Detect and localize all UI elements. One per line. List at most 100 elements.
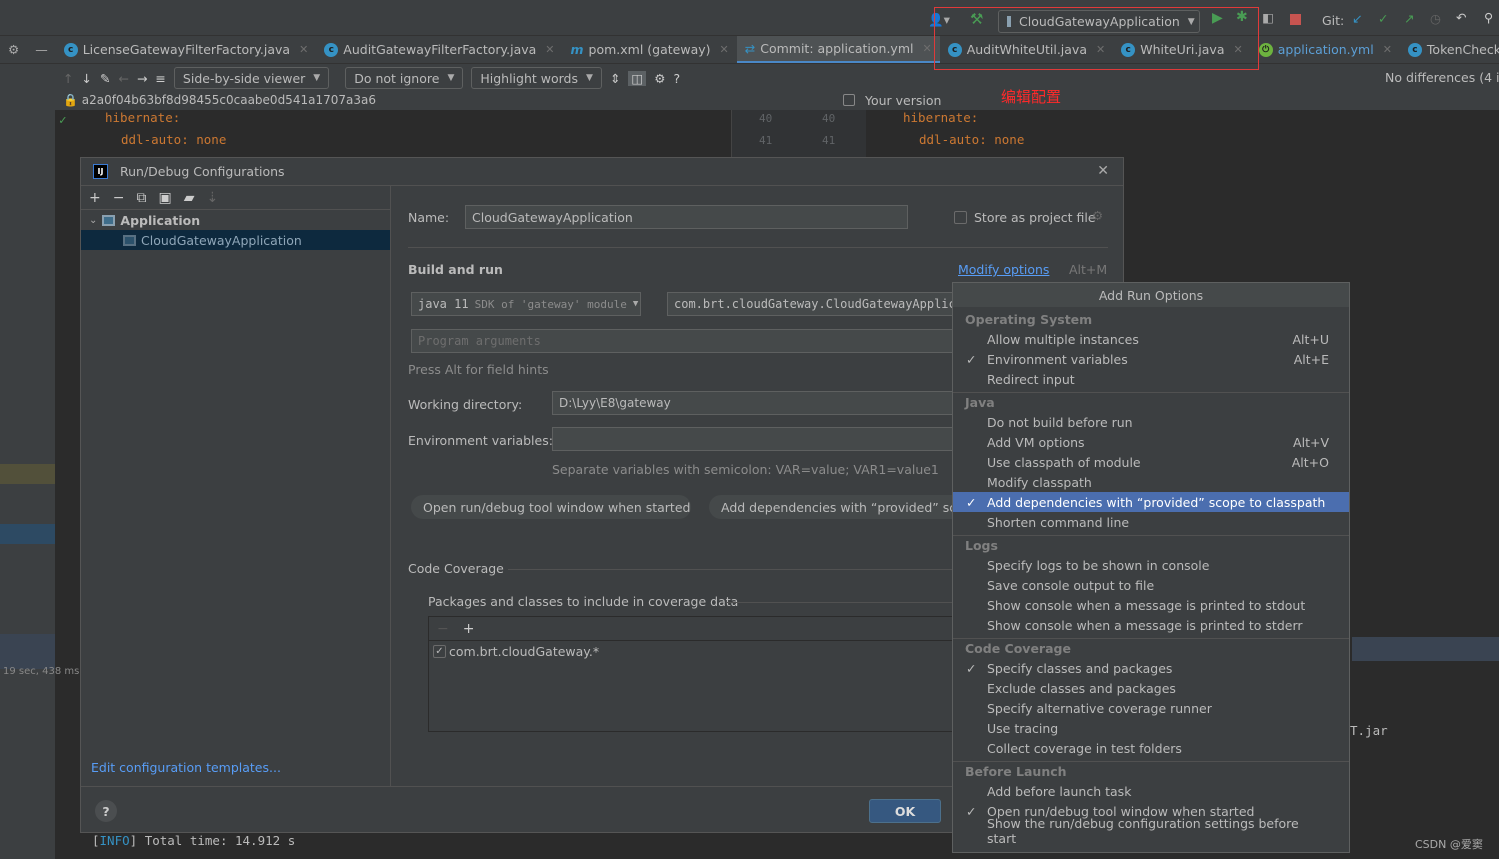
edit-icon[interactable]: ✎ (100, 71, 110, 86)
forward-icon[interactable]: → (137, 71, 147, 86)
menu-item[interactable]: Redirect input (953, 369, 1349, 389)
history-icon[interactable]: ◷ (1430, 11, 1441, 26)
close-icon[interactable]: ✕ (545, 43, 554, 56)
tree-group-application[interactable]: ⌄ Application (81, 210, 390, 230)
minimize-icon[interactable]: — (27, 42, 56, 57)
close-icon[interactable]: ✕ (299, 43, 308, 56)
save-icon[interactable]: ▣ (158, 190, 171, 206)
close-icon[interactable]: ✕ (1383, 43, 1392, 56)
your-version-checkbox[interactable] (843, 94, 855, 106)
menu-item[interactable]: ✓ Add dependencies with “provided” scope … (953, 492, 1349, 512)
pattern-checkbox[interactable]: ✓ (433, 645, 446, 658)
help-icon[interactable]: ? (673, 71, 680, 86)
copy-icon[interactable]: ⧉ (136, 190, 146, 206)
highlight-dropdown[interactable]: Highlight words ▼ (471, 67, 602, 89)
menu-item[interactable]: ✓ Environment variables Alt+E (953, 349, 1349, 369)
git-update-icon[interactable]: ↙ (1352, 11, 1362, 26)
tab-application-yml[interactable]: ⏻ application.yml ✕ (1251, 36, 1400, 63)
remove-icon[interactable]: − (113, 190, 125, 206)
menu-item[interactable]: Save console output to file (953, 575, 1349, 595)
menu-item[interactable]: ✓ Specify classes and packages (953, 658, 1349, 678)
add-icon[interactable]: + (89, 190, 101, 206)
menu-item[interactable]: Use classpath of module Alt+O (953, 452, 1349, 472)
main-class-input[interactable]: com.brt.cloudGateway.CloudGatewayApplica… (667, 292, 967, 316)
coverage-icon[interactable]: ◧ (1262, 10, 1274, 25)
chevron-down-icon: ▼ (586, 73, 593, 83)
menu-section-header: Operating System (965, 311, 1093, 327)
git-commit-icon[interactable]: ✓ (1378, 11, 1388, 26)
help-icon[interactable]: ? (95, 800, 117, 822)
menu-item[interactable]: Show console when a message is printed t… (953, 615, 1349, 635)
chip-provided-scope[interactable]: Add dependencies with “provided” scope t… (709, 495, 979, 519)
menu-item[interactable]: Add before launch task (953, 781, 1349, 801)
tree-item-cloud-gateway[interactable]: CloudGatewayApplication (81, 230, 390, 250)
menu-item-label: Collect coverage in test folders (987, 740, 1182, 756)
config-tree-panel: + − ⧉ ▣ ▰ ⇣ ⌄ Application CloudGatewayAp… (81, 186, 391, 786)
tab-token-check[interactable]: cTokenCheckGatewayFilterFactor (1400, 36, 1499, 63)
remove-icon[interactable]: − (437, 621, 449, 637)
env-label: Environment variables: (408, 433, 553, 448)
line-number: 40 (759, 112, 773, 125)
gear-icon[interactable]: ⚙ (0, 42, 27, 57)
jdk-dropdown[interactable]: java 11 SDK of 'gateway' module ▼ (411, 292, 641, 316)
env-input[interactable] (552, 427, 972, 451)
program-arguments-input[interactable]: Program arguments (411, 329, 971, 353)
console-fragment: T.jar (1350, 723, 1388, 738)
prev-diff-icon[interactable]: ↑ (63, 71, 73, 86)
back-icon[interactable]: ← (118, 71, 128, 86)
gear-icon[interactable]: ⚙ (1092, 208, 1103, 223)
git-push-icon[interactable]: ↗ (1404, 11, 1414, 26)
stop-icon[interactable] (1290, 14, 1301, 25)
modify-options-link[interactable]: Modify options (958, 262, 1049, 277)
add-icon[interactable]: + (463, 621, 475, 637)
list-icon[interactable]: ≡ (155, 71, 165, 86)
menu-item-shortcut: Alt+E (1293, 351, 1329, 367)
sort-icon[interactable]: ⇣ (206, 190, 218, 206)
menu-item[interactable]: Use tracing (953, 718, 1349, 738)
tab-commit-application-yml[interactable]: ⇄ Commit: application.yml ✕ (736, 36, 940, 63)
revision-hash: 🔒 a2a0f04b63bf8d98455c0caabe0d541a1707a3… (63, 93, 376, 107)
ignore-dropdown[interactable]: Do not ignore ▼ (345, 67, 464, 89)
menu-item[interactable]: Specify alternative coverage runner (953, 698, 1349, 718)
menu-item[interactable]: Show the run/debug configuration setting… (953, 816, 1349, 846)
menu-item-label: Show console when a message is printed t… (987, 617, 1303, 633)
menu-item-shortcut: Alt+V (1293, 434, 1329, 450)
menu-item[interactable]: Add VM options Alt+V (953, 432, 1349, 452)
new-folder-icon[interactable]: ▰ (184, 190, 195, 206)
chip-open-tool-window[interactable]: Open run/debug tool window when started✕ (411, 495, 691, 519)
tab-pom[interactable]: m pom.xml (gateway) ✕ (563, 36, 737, 63)
rollback-icon[interactable]: ↶ (1456, 10, 1466, 25)
store-project-checkbox[interactable] (954, 211, 967, 224)
menu-item[interactable]: Exclude classes and packages (953, 678, 1349, 698)
close-icon[interactable]: ✕ (922, 42, 931, 55)
name-label: Name: (408, 210, 450, 225)
close-icon[interactable]: ✕ (720, 43, 729, 56)
workdir-input[interactable]: D:\Lyy\E8\gateway (552, 391, 972, 415)
tab-license-filter[interactable]: c LicenseGatewayFilterFactory.java ✕ (56, 36, 317, 63)
menu-item[interactable]: Modify classpath (953, 472, 1349, 492)
viewer-dropdown[interactable]: Side-by-side viewer ▼ (173, 67, 330, 89)
name-input[interactable]: CloudGatewayApplication (465, 205, 908, 229)
coverage-pattern-row[interactable]: ✓ com.brt.cloudGateway.* (429, 641, 987, 662)
dialog-titlebar: IJ Run/Debug Configurations ✕ (81, 158, 1123, 186)
watermark: CSDN @爱窦 (1415, 838, 1483, 851)
menu-item[interactable]: Shorten command line (953, 512, 1349, 532)
next-diff-icon[interactable]: ↓ (81, 71, 91, 86)
close-icon[interactable]: ✕ (1097, 163, 1109, 179)
menu-item[interactable]: Specify logs to be shown in console (953, 555, 1349, 575)
main-toolbar: 👤▾ ⚒ CloudGatewayApplication ▼ ▶ ✱ ◧ Git:… (0, 0, 1499, 36)
edit-templates-link[interactable]: Edit configuration templates... (91, 760, 281, 775)
collapse-icon[interactable]: ⇕ (610, 71, 620, 86)
search-icon[interactable]: ⚲ (1484, 10, 1493, 25)
menu-section-header: Java (953, 392, 1349, 412)
sync-scroll-icon[interactable]: ◫ (628, 70, 647, 86)
menu-item[interactable]: Collect coverage in test folders (953, 738, 1349, 758)
menu-item[interactable]: Do not build before run (953, 412, 1349, 432)
your-version-label: Your version (865, 93, 942, 108)
tab-audit-filter[interactable]: c AuditGatewayFilterFactory.java ✕ (316, 36, 562, 63)
ok-button[interactable]: OK (869, 799, 941, 823)
left-gutter: 19 sec, 438 ms (0, 64, 79, 859)
menu-item[interactable]: Show console when a message is printed t… (953, 595, 1349, 615)
menu-item[interactable]: Allow multiple instances Alt+U (953, 329, 1349, 349)
settings-icon[interactable]: ⚙ (654, 71, 665, 86)
